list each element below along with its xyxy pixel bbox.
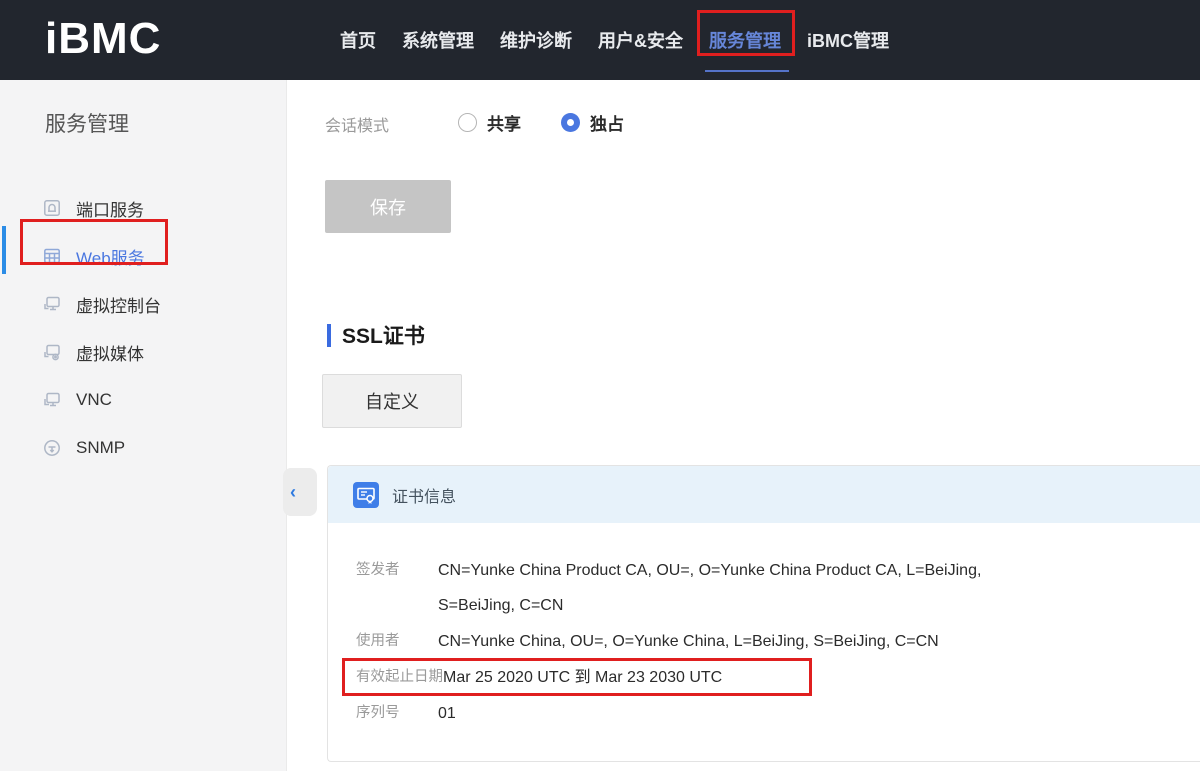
sidebar-item-snmp[interactable]: SNMP	[0, 424, 286, 472]
radio-label: 共享	[487, 110, 521, 135]
nav-item-ibmc-management[interactable]: iBMC管理	[807, 0, 889, 80]
nav-item-label: 维护诊断	[500, 27, 572, 53]
sidebar: 服务管理 端口服务	[0, 80, 287, 771]
customize-button[interactable]: 自定义	[322, 374, 462, 428]
sidebar-item-label: VNC	[76, 390, 112, 410]
nav-item-system-management[interactable]: 系统管理	[402, 0, 474, 80]
field-label: 序列号	[356, 696, 438, 731]
chevron-left-icon: ‹	[290, 482, 296, 503]
field-label: 有效起止日期	[356, 660, 443, 695]
field-label: 使用者	[356, 624, 438, 659]
radio-unchecked-icon[interactable]	[458, 113, 477, 132]
sidebar-item-label: 端口服务	[76, 196, 144, 221]
top-header-bar: iBMC 首页 系统管理 维护诊断 用户&安全 服务管理 iBMC管理	[0, 0, 1200, 80]
nav-item-label: iBMC管理	[807, 27, 889, 53]
field-label: 签发者	[356, 553, 438, 623]
certificate-info-panel: 证书信息 签发者 CN=Yunke China Product CA, OU=,…	[327, 465, 1200, 762]
field-value: CN=Yunke China Product CA, OU=, O=Yunke …	[438, 553, 1013, 623]
nav-item-label: 服务管理	[709, 27, 781, 53]
certificate-panel-title: 证书信息	[392, 483, 456, 507]
top-navigation: 首页 系统管理 维护诊断 用户&安全 服务管理 iBMC管理	[340, 0, 915, 80]
nav-item-label: 首页	[340, 27, 376, 53]
nav-item-service-management[interactable]: 服务管理	[709, 0, 781, 80]
field-value: 01	[438, 696, 1013, 731]
nav-item-home[interactable]: 首页	[340, 0, 376, 80]
sidebar-item-web-service[interactable]: Web服务	[0, 232, 286, 280]
ibmc-logo: iBMC	[45, 14, 161, 64]
nav-item-maintenance-diagnosis[interactable]: 维护诊断	[500, 0, 572, 80]
nav-item-user-security[interactable]: 用户&安全	[598, 0, 683, 80]
sidebar-item-label: Web服务	[76, 244, 145, 269]
virtual-media-icon	[42, 342, 62, 362]
nav-item-label: 用户&安全	[598, 27, 683, 53]
web-service-icon	[42, 246, 62, 266]
radio-checked-icon[interactable]	[561, 113, 580, 132]
field-value: Mar 25 2020 UTC 到 Mar 23 2030 UTC	[443, 660, 1018, 695]
cert-row-serial-number: 序列号 01	[356, 696, 1200, 731]
certificate-panel-body: 签发者 CN=Yunke China Product CA, OU=, O=Yu…	[328, 523, 1200, 731]
sidebar-item-port-service[interactable]: 端口服务	[0, 184, 286, 232]
main-content: 会话模式 共享 独占 保存 SSL证书 自定义	[287, 80, 1200, 771]
sidebar-item-vnc[interactable]: VNC	[0, 376, 286, 424]
cert-row-issuer: 签发者 CN=Yunke China Product CA, OU=, O=Yu…	[356, 553, 1200, 623]
sidebar-collapse-button[interactable]: ‹	[283, 468, 317, 516]
section-title-text: SSL证书	[342, 320, 425, 350]
field-value: CN=Yunke China, OU=, O=Yunke China, L=Be…	[438, 624, 1013, 659]
vnc-icon	[42, 390, 62, 410]
section-title-accent-bar	[327, 324, 331, 347]
certificate-panel-header: 证书信息	[328, 466, 1200, 523]
ssl-certificate-section-title: SSL证书	[327, 320, 425, 350]
sidebar-item-label: 虚拟媒体	[76, 340, 144, 365]
port-service-icon	[42, 198, 62, 218]
sidebar-item-virtual-console[interactable]: 虚拟控制台	[0, 280, 286, 328]
sidebar-title: 服务管理	[45, 108, 129, 138]
radio-option-exclusive[interactable]: 独占	[561, 110, 624, 135]
active-tab-underline	[705, 70, 789, 72]
sidebar-menu: 端口服务 Web服务	[0, 184, 286, 472]
radio-option-shared[interactable]: 共享	[458, 110, 521, 135]
certificate-icon	[353, 482, 379, 508]
sidebar-item-label: SNMP	[76, 438, 125, 458]
snmp-icon	[42, 438, 62, 458]
sidebar-item-virtual-media[interactable]: 虚拟媒体	[0, 328, 286, 376]
save-button[interactable]: 保存	[325, 180, 451, 233]
virtual-console-icon	[42, 294, 62, 314]
cert-row-validity: 有效起止日期 Mar 25 2020 UTC 到 Mar 23 2030 UTC	[356, 660, 1200, 695]
nav-item-label: 系统管理	[402, 27, 474, 53]
cert-row-subject: 使用者 CN=Yunke China, OU=, O=Yunke China, …	[356, 624, 1200, 659]
radio-label: 独占	[590, 110, 624, 135]
session-mode-row: 会话模式 共享 独占	[287, 112, 1200, 134]
session-mode-label: 会话模式	[325, 112, 389, 136]
sidebar-item-label: 虚拟控制台	[76, 292, 161, 317]
